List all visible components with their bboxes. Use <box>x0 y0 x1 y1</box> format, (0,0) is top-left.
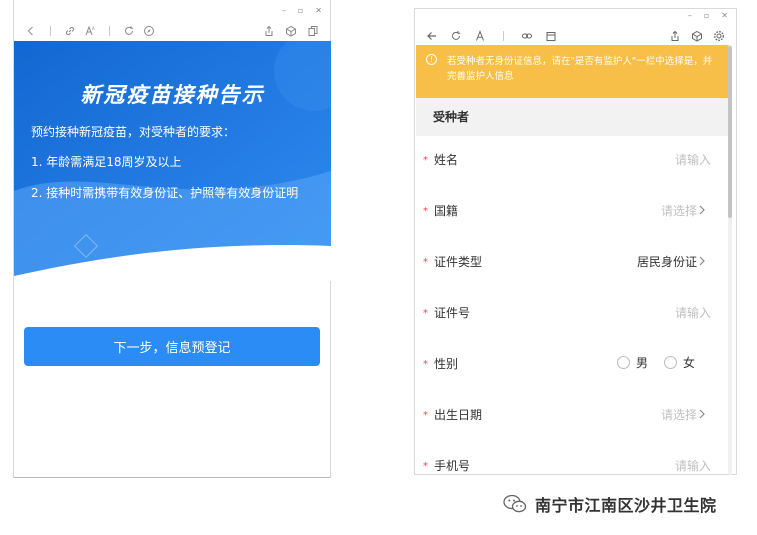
refresh-icon[interactable] <box>122 24 136 38</box>
scrollbar-thumb[interactable] <box>728 46 732 218</box>
field-label: 姓名 <box>434 153 459 167</box>
wechat-watermark: 南宁市江南区沙井卫生院 <box>503 492 717 516</box>
field-label: 出生日期 <box>434 408 483 422</box>
gender-female-label[interactable]: 女 <box>683 354 695 371</box>
id-type-select[interactable]: 居民身份证 <box>637 253 697 270</box>
form-row-id-type[interactable]: * 证件类型 居民身份证 <box>416 238 729 289</box>
next-step-button[interactable]: 下一步，信息预登记 <box>24 327 320 366</box>
cube-icon[interactable] <box>284 24 298 38</box>
cube-icon[interactable] <box>690 29 704 43</box>
refresh-icon[interactable] <box>449 29 463 43</box>
link-icon[interactable] <box>63 24 77 38</box>
copy-icon[interactable] <box>306 24 320 38</box>
chevron-right-icon <box>699 205 705 215</box>
calendar-icon[interactable] <box>544 29 558 43</box>
minimize-icon[interactable]: – <box>282 6 286 15</box>
field-label: 手机号 <box>434 459 471 473</box>
gender-male-radio[interactable] <box>616 356 630 369</box>
gender-male-label[interactable]: 男 <box>636 354 648 371</box>
left-browser-window: – ▫ ✕ A 新冠疫苗接种告示 预约接种新冠疫苗，对受种者的要求： 1. 年龄… <box>13 0 331 478</box>
id-number-input[interactable]: 请输入 <box>675 304 711 321</box>
phone-input[interactable]: 请输入 <box>675 457 711 474</box>
window-controls: – ▫ ✕ <box>688 11 728 20</box>
field-label: 证件类型 <box>434 255 483 269</box>
warning-icon: ! <box>426 54 437 65</box>
required-mark: * <box>423 206 428 217</box>
field-label: 性别 <box>434 357 459 371</box>
requirement-item: 2. 接种时需携带有效身份证、护照等有效身份证明 <box>31 186 299 200</box>
vaccine-notice-banner: 新冠疫苗接种告示 预约接种新冠疫苗，对受种者的要求： 1. 年龄需满足18周岁及… <box>14 41 331 281</box>
gender-female-radio[interactable] <box>663 356 677 369</box>
banner-title: 新冠疫苗接种告示 <box>80 83 265 107</box>
required-mark: * <box>423 461 428 472</box>
banner-intro: 预约接种新冠疫苗，对受种者的要求： <box>31 125 236 139</box>
back-icon[interactable] <box>425 29 439 43</box>
required-mark: * <box>423 410 428 421</box>
window-controls: – ▫ ✕ <box>282 6 322 15</box>
birth-date-select[interactable]: 请选择 <box>661 406 697 423</box>
back-icon[interactable] <box>24 24 38 38</box>
maximize-icon[interactable]: ▫ <box>704 11 709 20</box>
wechat-icon <box>503 494 527 513</box>
warning-text: 若受种者无身份证信息，请在"是否有监护人"一栏中选择是，并完善监护人信息 <box>447 56 713 82</box>
close-icon[interactable]: ✕ <box>315 6 322 15</box>
form-row-gender: * 性别 男 女 <box>416 340 729 391</box>
chevron-right-icon <box>699 409 705 419</box>
required-mark: * <box>423 359 428 370</box>
form-row-name[interactable]: * 姓名 请输入 <box>416 136 729 187</box>
section-title: 受种者 <box>433 110 470 124</box>
field-label: 证件号 <box>434 306 471 320</box>
guardian-warning-banner: ! 若受种者无身份证信息，请在"是否有监护人"一栏中选择是，并完善监护人信息 <box>416 45 729 98</box>
right-browser-window: – ▫ ✕ ! 若受种者无身份证信息，请在"是否有监护人"一栏中选择是，并完善监… <box>414 8 737 475</box>
form-row-id-number[interactable]: * 证件号 请输入 <box>416 289 729 340</box>
form-row-phone[interactable]: * 手机号 请输入 <box>416 442 729 475</box>
compass-icon[interactable] <box>142 24 156 38</box>
font-size-icon[interactable] <box>473 29 487 43</box>
browser-toolbar: A <box>14 22 330 40</box>
name-input[interactable]: 请输入 <box>675 151 711 168</box>
nationality-select[interactable]: 请选择 <box>661 202 697 219</box>
gender-radio-group: 男 女 <box>616 354 695 371</box>
close-icon[interactable]: ✕ <box>721 11 728 20</box>
chevron-right-icon <box>699 256 705 266</box>
requirement-item: 1. 年龄需满足18周岁及以上 <box>31 155 182 169</box>
form-row-birth-date[interactable]: * 出生日期 请选择 <box>416 391 729 442</box>
field-label: 国籍 <box>434 204 459 218</box>
font-size-icon[interactable]: A <box>83 24 97 38</box>
required-mark: * <box>423 155 428 166</box>
form-row-nationality[interactable]: * 国籍 请选择 <box>416 187 729 238</box>
required-mark: * <box>423 308 428 319</box>
browser-toolbar <box>415 27 736 45</box>
watermark-text: 南宁市江南区沙井卫生院 <box>535 496 717 515</box>
maximize-icon[interactable]: ▫ <box>298 6 303 15</box>
link-icon[interactable] <box>520 29 534 43</box>
share-icon[interactable] <box>262 24 276 38</box>
required-mark: * <box>423 257 428 268</box>
minimize-icon[interactable]: – <box>688 11 692 20</box>
gear-icon[interactable] <box>712 29 726 43</box>
share-icon[interactable] <box>668 29 682 43</box>
section-header: 受种者 <box>416 98 729 136</box>
svg-text:A: A <box>92 26 95 31</box>
